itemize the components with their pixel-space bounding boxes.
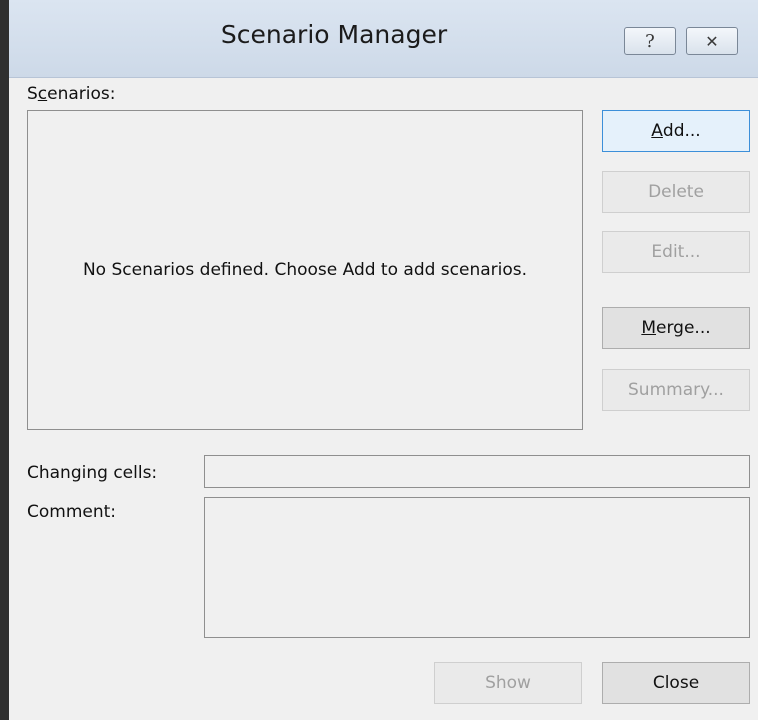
merge-button[interactable]: Merge...: [602, 307, 750, 349]
changing-cells-field[interactable]: [204, 455, 750, 488]
close-icon: ✕: [705, 31, 719, 51]
close-button[interactable]: Close: [602, 662, 750, 704]
dialog-title: Scenario Manager: [220, 20, 448, 49]
empty-scenarios-message: No Scenarios defined. Choose Add to add …: [82, 260, 528, 280]
show-button[interactable]: Show: [434, 662, 582, 704]
comment-label: Comment:: [27, 502, 117, 522]
close-window-button[interactable]: ✕: [686, 27, 738, 55]
comment-field[interactable]: [204, 497, 750, 638]
scenarios-listbox[interactable]: No Scenarios defined. Choose Add to add …: [27, 110, 583, 430]
scenarios-label: Scenarios:: [27, 84, 116, 104]
add-button[interactable]: Add...: [602, 110, 750, 152]
help-icon: ?: [645, 30, 655, 52]
changing-cells-label: Changing cells:: [27, 463, 158, 483]
summary-button[interactable]: Summary...: [602, 369, 750, 411]
scenario-manager-dialog: Scenario Manager ? ✕ Scenarios: No Scena…: [0, 0, 758, 720]
help-button[interactable]: ?: [624, 27, 676, 55]
edit-button[interactable]: Edit...: [602, 231, 750, 273]
delete-button[interactable]: Delete: [602, 171, 750, 213]
title-bar[interactable]: Scenario Manager ? ✕: [9, 0, 758, 78]
